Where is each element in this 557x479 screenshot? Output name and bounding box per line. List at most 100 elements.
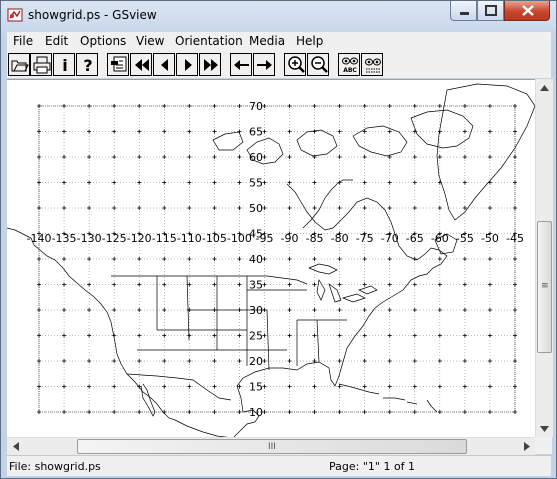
grid-plus-mark xyxy=(312,333,317,338)
print-button[interactable] xyxy=(30,53,52,76)
forward-button[interactable] xyxy=(253,53,275,76)
grid-plus-mark xyxy=(162,257,167,261)
zoom-in-button[interactable] xyxy=(284,53,306,76)
grid-plus-mark xyxy=(437,129,442,134)
grid-plus-mark xyxy=(262,257,267,261)
goto-page-icon xyxy=(111,56,127,72)
grid-plus-mark xyxy=(387,359,392,363)
latitude-label: 40 xyxy=(249,253,263,266)
next-page-button[interactable] xyxy=(176,53,198,76)
grid-plus-mark xyxy=(362,384,367,389)
menu-edit[interactable]: Edit xyxy=(45,34,68,48)
grid-plus-mark xyxy=(387,410,392,414)
arrow-left-icon xyxy=(12,442,19,451)
grid-plus-mark xyxy=(487,129,492,134)
toolbar: i ? ABC xyxy=(7,51,551,78)
grid-plus-mark xyxy=(487,104,492,108)
grid-plus-mark xyxy=(62,359,67,363)
grid-plus-mark xyxy=(337,410,342,414)
grid-plus-mark xyxy=(112,410,117,414)
longitude-label: -50 xyxy=(481,232,499,245)
longitude-label: -125 xyxy=(102,232,127,245)
grid-plus-mark xyxy=(513,410,517,414)
horizontal-scrollbar[interactable]: III xyxy=(7,437,535,455)
back-button[interactable] xyxy=(230,53,252,76)
grid-plus-mark xyxy=(462,257,467,261)
menu-orientation[interactable]: Orientation xyxy=(175,34,243,48)
scroll-down-arrow[interactable] xyxy=(536,420,553,437)
grid-plus-mark xyxy=(437,333,442,338)
last-page-button[interactable] xyxy=(199,53,221,76)
menu-file[interactable]: File xyxy=(13,34,33,48)
grid-plus-mark xyxy=(262,410,267,414)
grid-lines xyxy=(38,105,516,413)
grid-labels: -140 -135 -130 -125 -120 -115 -110 -105 -100 -95-… xyxy=(27,100,524,419)
grid-plus-mark xyxy=(412,129,417,134)
grid-plus-mark xyxy=(513,257,517,261)
menu-help[interactable]: Help xyxy=(296,34,323,48)
grid-plus-mark xyxy=(312,308,317,312)
grid-plus-mark xyxy=(287,180,292,185)
grid-plus-mark xyxy=(437,384,442,389)
longitude-label: -120 xyxy=(127,232,152,245)
menu-media[interactable]: Media xyxy=(249,34,285,48)
document-view[interactable]: -140 -135 -130 -125 -120 -115 -110 -105 -100 -95-… xyxy=(7,79,535,438)
first-page-button[interactable] xyxy=(130,53,152,76)
prev-page-button[interactable] xyxy=(153,53,175,76)
help-button[interactable]: ? xyxy=(76,53,98,76)
grid-plus-mark xyxy=(462,333,467,338)
maximize-button[interactable] xyxy=(477,1,504,21)
grid-plus-mark xyxy=(162,104,167,108)
grid-plus-mark xyxy=(362,104,367,108)
grid-plus-mark xyxy=(487,410,492,414)
grid-plus-mark xyxy=(487,155,492,159)
minimize-button[interactable] xyxy=(450,1,477,21)
grid-plus-mark xyxy=(412,206,417,210)
grid-plus-mark xyxy=(112,129,117,134)
scroll-left-arrow[interactable] xyxy=(7,438,24,455)
grid-plus-mark xyxy=(112,282,117,287)
grid-plus-mark xyxy=(187,155,192,159)
grid-plus-mark xyxy=(387,180,392,185)
grid-plus-mark xyxy=(62,129,67,134)
grid-plus-mark xyxy=(137,359,142,363)
scrollbar-corner xyxy=(535,437,552,454)
latitude-label: 10 xyxy=(249,406,263,419)
vertical-grip: ≡ xyxy=(541,281,549,291)
grid-plus-mark xyxy=(412,384,417,389)
grid-plus-mark xyxy=(362,206,367,210)
menu-options[interactable]: Options xyxy=(80,34,126,48)
grid-plus-mark xyxy=(513,129,517,134)
open-button[interactable] xyxy=(8,53,30,76)
grid-plus-mark xyxy=(387,282,392,287)
maximize-icon xyxy=(485,5,497,16)
forward-arrow-icon xyxy=(257,60,272,70)
vertical-scroll-thumb[interactable]: ≡ xyxy=(537,221,552,353)
grid-plus-mark xyxy=(487,206,492,210)
grid-plus-mark xyxy=(187,282,192,287)
find-button[interactable] xyxy=(361,53,383,76)
scroll-up-arrow[interactable] xyxy=(536,79,553,96)
grid-plus-mark xyxy=(387,257,392,261)
grid-plus-mark xyxy=(37,206,41,210)
info-button[interactable]: i xyxy=(53,53,75,76)
menu-view[interactable]: View xyxy=(136,34,164,48)
first-page-icon xyxy=(135,59,149,71)
grid-plus-mark xyxy=(412,155,417,159)
close-button[interactable] xyxy=(504,1,550,21)
grid-plus-mark xyxy=(462,129,467,134)
horizontal-scroll-thumb[interactable]: III xyxy=(77,439,467,454)
title-bar[interactable]: showgrid.ps - GSview xyxy=(1,1,556,31)
grid-plus-mark xyxy=(262,333,267,338)
scroll-right-arrow[interactable] xyxy=(518,438,535,455)
zoom-out-button[interactable] xyxy=(307,53,329,76)
grid-plus-mark xyxy=(37,257,41,261)
vertical-scrollbar[interactable]: ≡ xyxy=(535,79,553,437)
goto-page-button[interactable] xyxy=(107,53,129,76)
grid-plus-mark xyxy=(362,282,367,287)
arrow-down-icon xyxy=(540,425,549,432)
grid-plus-mark xyxy=(112,104,117,108)
grid-plus-mark xyxy=(212,384,217,389)
grid-plus-mark xyxy=(412,308,417,312)
text-extract-button[interactable]: ABC xyxy=(338,53,360,76)
